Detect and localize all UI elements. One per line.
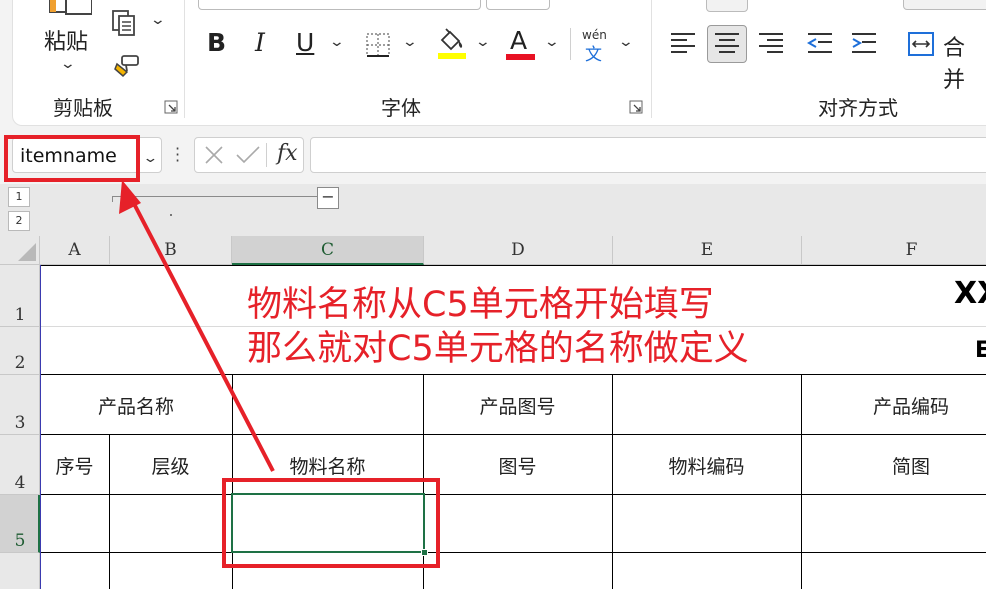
excel-window: 粘贴 ⌄ ⌄ 剪贴板 B I U ⌄ ⌄ ⌄ A ⌄ wén 文 ⌄ 字体 合并… (0, 0, 986, 589)
annotation-arrow (119, 180, 275, 472)
annotation-arrow-shaft (128, 195, 275, 472)
